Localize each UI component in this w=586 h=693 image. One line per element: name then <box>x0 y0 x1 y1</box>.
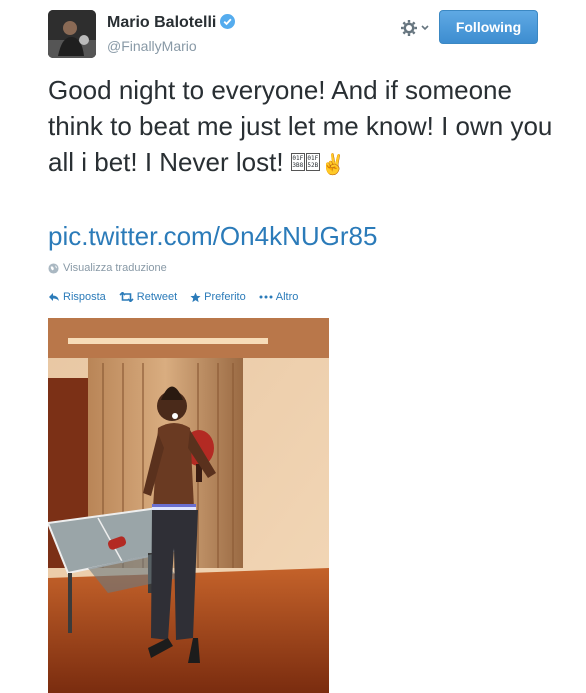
retweet-button[interactable]: Retweet <box>119 291 177 303</box>
user-handle[interactable]: @FinallyMario <box>107 38 197 54</box>
verified-badge-icon <box>220 14 236 29</box>
retweet-icon <box>119 292 134 302</box>
victory-hand-emoji: ✌ <box>320 154 346 176</box>
favorite-button[interactable]: Preferito <box>190 291 246 303</box>
globe-icon <box>48 262 59 274</box>
more-options-menu[interactable] <box>400 18 432 38</box>
reply-button[interactable]: Risposta <box>48 291 106 303</box>
tweet-photo[interactable] <box>48 318 329 693</box>
reply-label[interactable]: Risposta <box>63 291 106 303</box>
ping-pong-paddle-emoji-2: 01F 52B <box>305 153 320 171</box>
gear-icon <box>401 20 429 36</box>
translate-label[interactable]: Visualizza traduzione <box>63 262 167 274</box>
favorite-label[interactable]: Preferito <box>204 291 246 303</box>
ping-pong-paddle-emoji: 01F 3B8 <box>290 153 305 171</box>
avatar-image <box>48 10 96 58</box>
tweet-photo-image <box>48 318 329 693</box>
chevron-down-icon <box>421 25 429 31</box>
user-name-text[interactable]: Mario Balotelli <box>107 14 216 31</box>
reply-icon <box>49 293 59 301</box>
tweet-media-link[interactable]: pic.twitter.com/On4kNUGr85 <box>48 218 377 254</box>
following-button[interactable]: Following <box>439 10 538 44</box>
tweet-actions: Risposta Retweet Preferito Altro <box>48 291 298 303</box>
user-name[interactable]: Mario Balotelli <box>107 14 236 32</box>
star-icon <box>190 291 201 302</box>
avatar[interactable] <box>48 10 96 58</box>
retweet-label[interactable]: Retweet <box>137 291 177 303</box>
more-label[interactable]: Altro <box>276 291 299 303</box>
ellipsis-icon <box>259 295 273 299</box>
translate-link[interactable]: Visualizza traduzione <box>48 262 167 274</box>
tweet-text: Good night to everyone! And if someone t… <box>48 72 553 183</box>
more-button[interactable]: Altro <box>259 291 299 303</box>
